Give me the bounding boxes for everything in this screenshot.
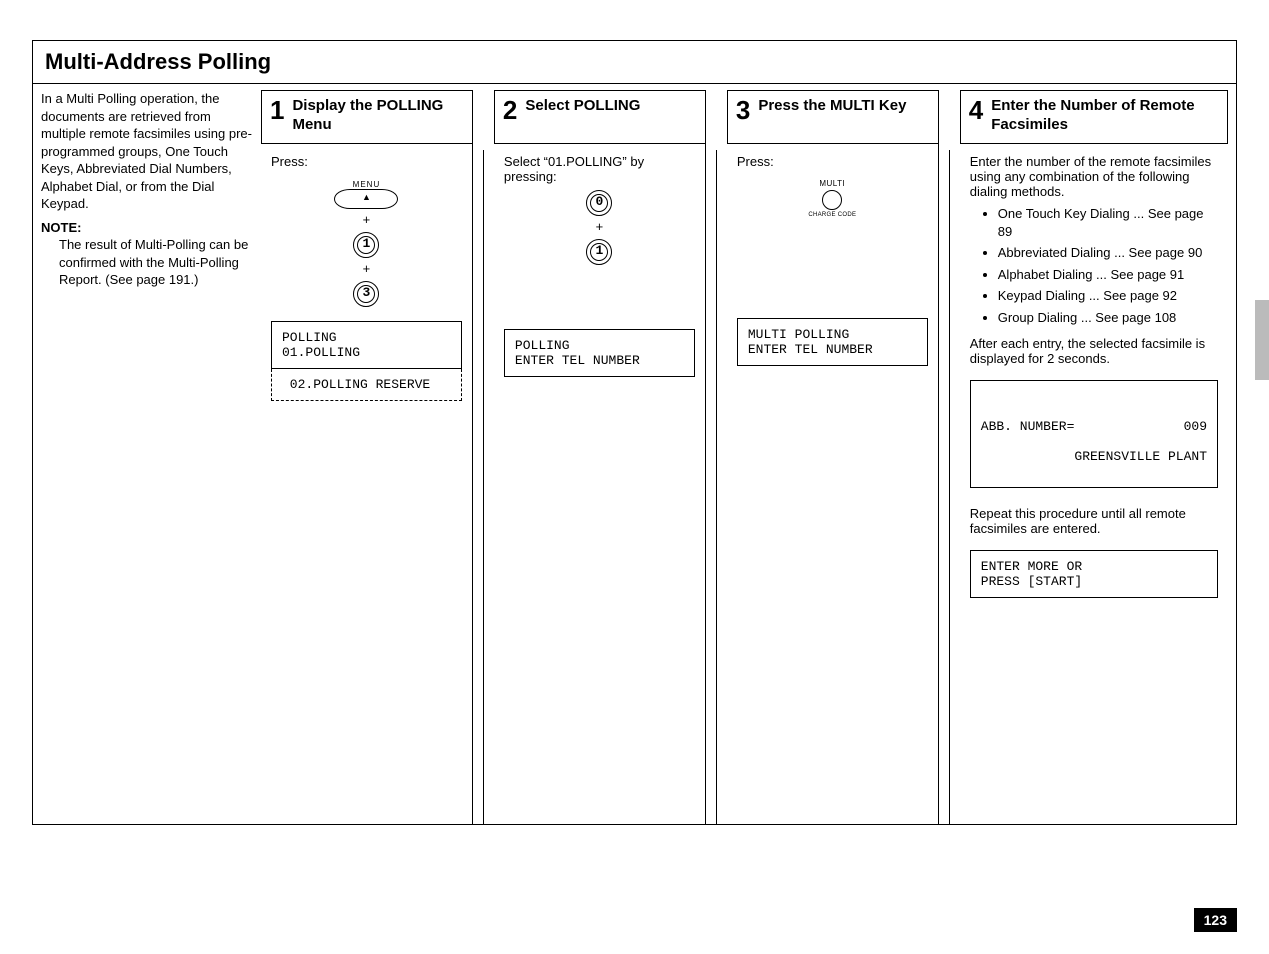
step-divider — [483, 150, 484, 824]
list-item: One Touch Key Dialing ... See page 89 — [998, 205, 1218, 240]
step-number: 4 — [969, 97, 983, 123]
step-4-intro: Enter the number of the remote facsimile… — [970, 154, 1218, 199]
lcd-line2: GREENSVILLE PLANT — [1074, 449, 1207, 464]
repeat-text: Repeat this procedure until all remote f… — [970, 506, 1218, 536]
step-4-header: 4 Enter the Number of Remote Facsimiles — [960, 90, 1228, 144]
lcd-line1-right: 009 — [1184, 419, 1207, 434]
step-3-body: Press: MULTI CHARGE CODE MULTI POLLING E… — [727, 144, 939, 824]
step-title: Enter the Number of Remote Facsimiles — [991, 97, 1219, 135]
lcd-line1-left: ABB. NUMBER= — [981, 419, 1075, 434]
keypad-sequence: MENU + 1 + 3 — [271, 175, 462, 307]
menu-key-icon: MENU — [334, 180, 398, 209]
step-title: Select POLLING — [525, 97, 640, 116]
step-number: 1 — [270, 97, 284, 123]
section-heading: Multi-Address Polling — [33, 41, 1236, 84]
step-2-header: 2 Select POLLING — [494, 90, 706, 144]
content-row: In a Multi Polling operation, the docume… — [33, 84, 1236, 824]
intro-text: In a Multi Polling operation, the docume… — [41, 90, 253, 213]
thumb-tab — [1255, 300, 1269, 380]
menu-key-label: MENU — [334, 180, 398, 189]
after-entry-text: After each entry, the selected facsimile… — [970, 336, 1218, 366]
lcd-display: POLLING 01.POLLING — [271, 321, 462, 369]
lcd-display: ABB. NUMBER= 009 GREENSVILLE PLANT — [970, 380, 1218, 488]
dialing-methods-list: One Touch Key Dialing ... See page 89 Ab… — [970, 205, 1218, 326]
step-2-instruction: Select “01.POLLING” by pressing: — [504, 154, 695, 184]
menu-key-shape — [334, 189, 398, 209]
digit-key-1: 1 — [353, 232, 379, 258]
press-label: Press: — [737, 154, 928, 169]
page-number-badge: 123 — [1194, 908, 1237, 932]
step-number: 3 — [736, 97, 750, 123]
lcd-display: ENTER MORE OR PRESS [START] — [970, 550, 1218, 598]
multi-key-icon: MULTI CHARGE CODE — [737, 179, 928, 218]
digit-key-0: 0 — [586, 190, 612, 216]
list-item: Abbreviated Dialing ... See page 90 — [998, 244, 1218, 262]
steps-container: 1 Display the POLLING Menu Press: MENU +… — [261, 90, 1228, 824]
multi-key-label-top: MULTI — [737, 179, 928, 188]
note-body: The result of Multi-Polling can be confi… — [41, 236, 253, 289]
step-3-header: 3 Press the MULTI Key — [727, 90, 939, 144]
intro-column: In a Multi Polling operation, the docume… — [41, 90, 261, 824]
list-item: Keypad Dialing ... See page 92 — [998, 287, 1218, 305]
multi-key-circle — [822, 190, 842, 210]
step-2: 2 Select POLLING Select “01.POLLING” by … — [494, 90, 706, 824]
list-item: Group Dialing ... See page 108 — [998, 309, 1218, 327]
list-item: Alphabet Dialing ... See page 91 — [998, 266, 1218, 284]
step-title: Display the POLLING Menu — [292, 97, 463, 135]
step-1: 1 Display the POLLING Menu Press: MENU +… — [261, 90, 473, 824]
press-label: Press: — [271, 154, 462, 169]
step-4-body: Enter the number of the remote facsimile… — [960, 144, 1228, 824]
step-1-header: 1 Display the POLLING Menu — [261, 90, 473, 144]
step-2-body: Select “01.POLLING” by pressing: 0 + 1 P… — [494, 144, 706, 824]
plus-icon: + — [504, 220, 695, 235]
step-3: 3 Press the MULTI Key Press: MULTI CHARG… — [727, 90, 939, 824]
step-title: Press the MULTI Key — [758, 97, 906, 116]
step-divider — [949, 150, 950, 824]
step-4: 4 Enter the Number of Remote Facsimiles … — [960, 90, 1228, 824]
digit-key-3: 3 — [353, 281, 379, 307]
step-number: 2 — [503, 97, 517, 123]
plus-icon: + — [271, 213, 462, 228]
lcd-display-secondary: 02.POLLING RESERVE — [271, 369, 462, 401]
lcd-display: POLLING ENTER TEL NUMBER — [504, 329, 695, 377]
note-heading: NOTE: — [41, 219, 253, 237]
step-1-body: Press: MENU + 1 + 3 POLLING 01.POLLING 0… — [261, 144, 473, 824]
keypad-sequence: 0 + 1 — [504, 190, 695, 265]
lcd-display: MULTI POLLING ENTER TEL NUMBER — [737, 318, 928, 366]
page-frame: Multi-Address Polling In a Multi Polling… — [32, 40, 1237, 825]
digit-key-1: 1 — [586, 239, 612, 265]
plus-icon: + — [271, 262, 462, 277]
step-divider — [716, 150, 717, 824]
